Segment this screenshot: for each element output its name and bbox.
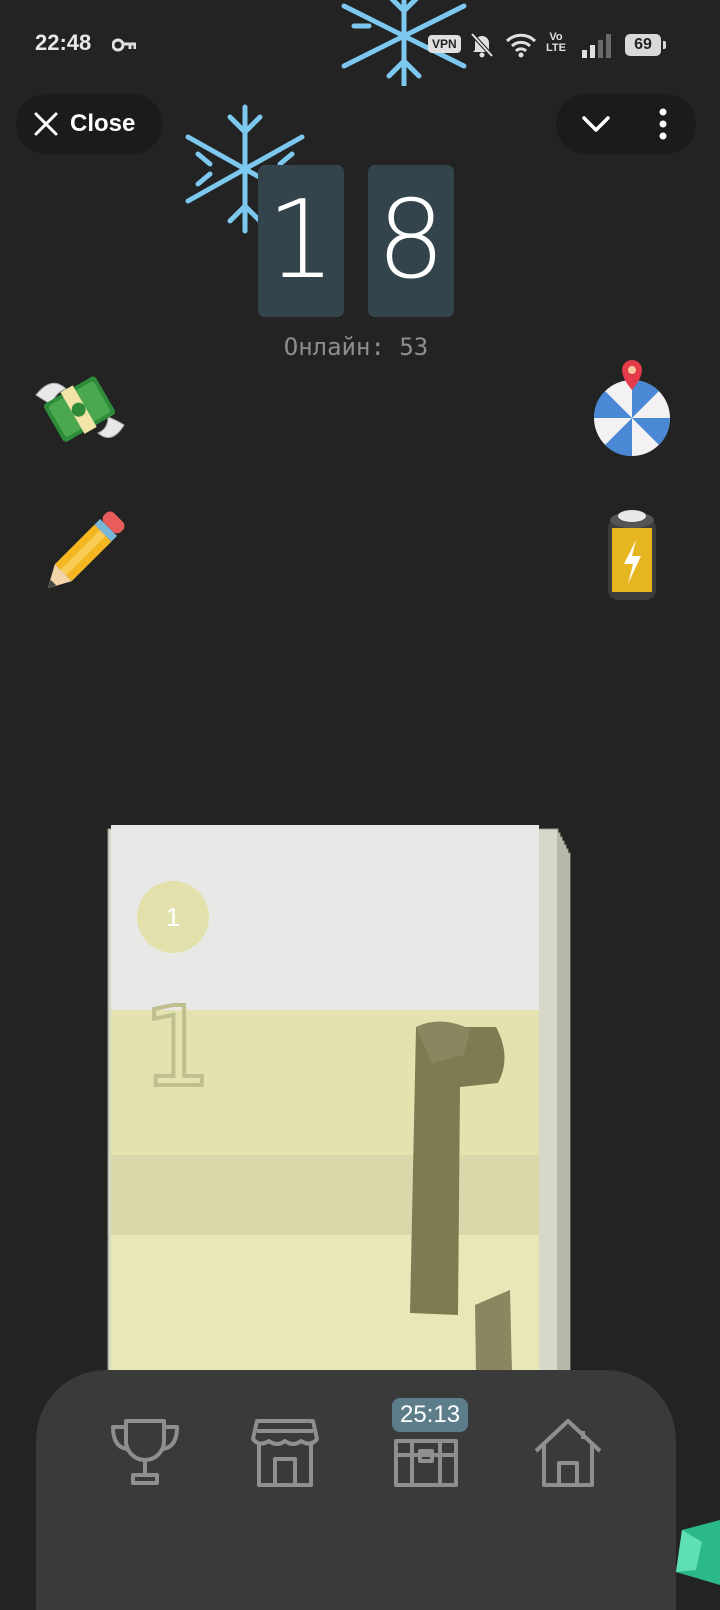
svg-text:1: 1 (142, 983, 212, 1111)
counter-digit-ones: 8 (368, 165, 454, 317)
battery-indicator: 69 (625, 34, 666, 56)
chest-timer-badge: 25:13 (392, 1398, 469, 1432)
flying-money-icon[interactable] (32, 365, 128, 455)
wifi-icon (505, 33, 537, 58)
close-button[interactable]: Close (16, 94, 162, 154)
card-badge: 1 (137, 881, 209, 953)
close-icon (34, 112, 58, 136)
gem-decoration (676, 1520, 720, 1585)
window-controls (556, 94, 696, 154)
trophy-icon[interactable] (108, 1415, 182, 1489)
pencil-icon[interactable] (32, 506, 130, 604)
counter-digit-tens: 1 (258, 165, 344, 317)
volte-bottom-label: LTE (546, 42, 566, 54)
signal-strength-icon (582, 34, 611, 58)
online-count: Онлайн: 53 (283, 333, 429, 361)
close-label: Close (70, 110, 136, 137)
shop-icon[interactable] (251, 1415, 319, 1489)
bottom-navigation: 25:13 (36, 1370, 676, 1610)
more-options-icon[interactable] (656, 108, 670, 140)
battery-boost-icon[interactable] (606, 506, 658, 602)
chevron-down-icon[interactable] (582, 112, 610, 136)
notifications-muted-icon (470, 32, 494, 58)
prize-wheel-icon[interactable] (590, 358, 674, 460)
vpn-badge: VPN (428, 35, 461, 53)
volte-icon: Vo LTE (546, 32, 566, 54)
status-time: 22:48 (35, 30, 92, 55)
vpn-key-icon (112, 38, 136, 52)
home-icon[interactable] (533, 1415, 603, 1489)
